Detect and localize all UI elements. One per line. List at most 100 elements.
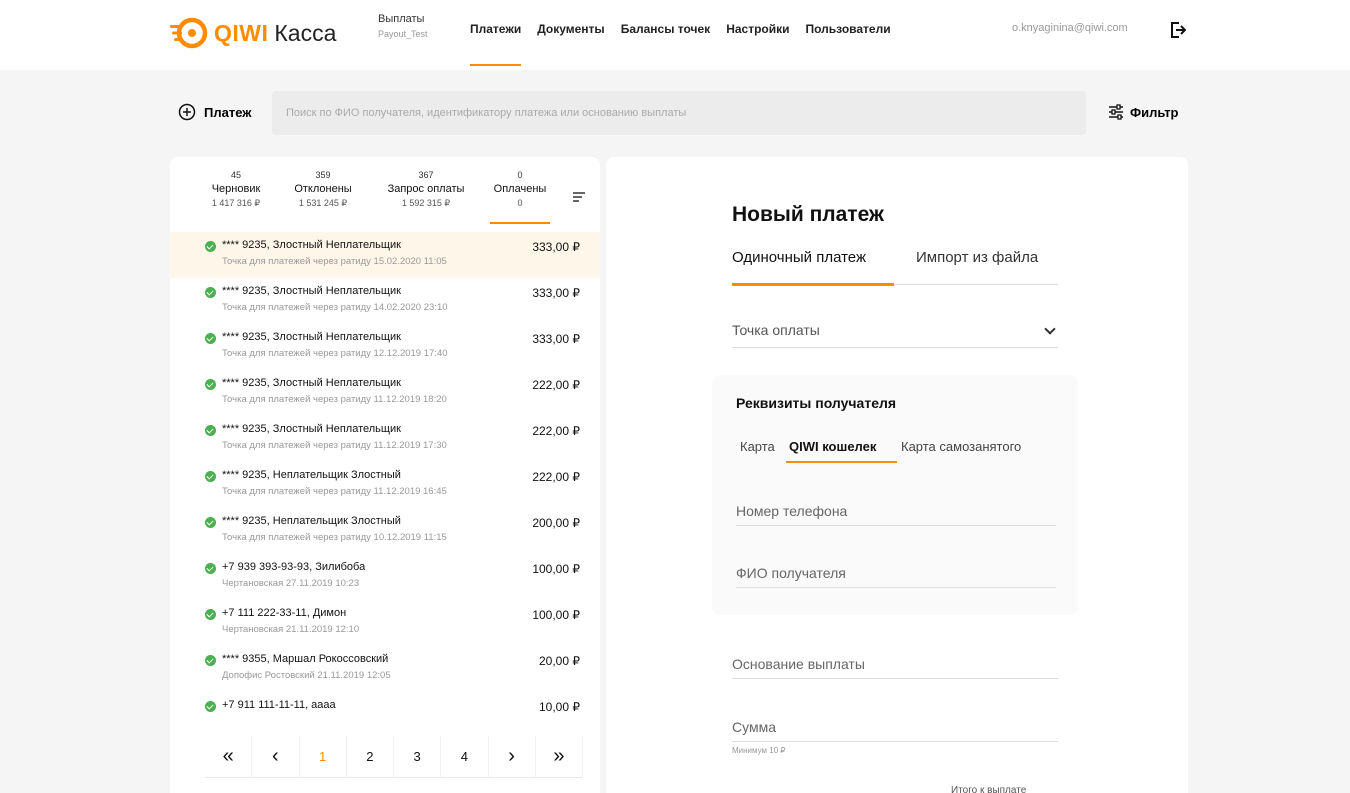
filter-button[interactable]: Фильтр xyxy=(1108,104,1179,120)
top-header: QIWI Касса Выплаты Payout_Test Платежи Д… xyxy=(0,0,1350,70)
logout-icon[interactable] xyxy=(1170,21,1186,39)
last-page-button[interactable]: » xyxy=(535,736,583,778)
first-page-button[interactable]: « xyxy=(205,736,253,778)
tab-sum: 1 417 316 ₽ xyxy=(211,198,261,208)
total-payout-label: Итого к выплате xyxy=(951,785,1027,793)
success-check-icon xyxy=(205,241,216,252)
transaction-title: **** 9355, Маршал Рокоссовский xyxy=(222,653,389,665)
transaction-row[interactable]: +7 111 222-33-11, Димон Чертановская 21.… xyxy=(170,600,600,646)
transaction-amount: 222,00 ₽ xyxy=(532,378,580,392)
tab-paid[interactable]: 0 Оплачены 0 xyxy=(490,170,550,224)
transaction-amount: 20,00 ₽ xyxy=(539,654,580,668)
logo[interactable]: QIWI Касса xyxy=(170,16,336,50)
success-check-icon xyxy=(205,563,216,574)
form-title: Новый платеж xyxy=(732,203,884,226)
page-button-3[interactable]: 3 xyxy=(394,736,442,778)
tab-sum: 1 592 315 ₽ xyxy=(401,198,451,208)
payout-reason-input[interactable] xyxy=(732,652,1058,679)
sort-icon[interactable] xyxy=(572,190,586,204)
tab-label: Черновик xyxy=(211,183,261,195)
transaction-title: **** 9235, Злостный Неплательщик xyxy=(222,331,401,343)
transaction-description: Чертановская 27.11.2019 10:23 xyxy=(222,578,360,589)
transaction-amount: 100,00 ₽ xyxy=(532,608,580,622)
phone-input[interactable] xyxy=(736,499,1056,526)
tab-draft[interactable]: 45 Черновик 1 417 316 ₽ xyxy=(206,170,266,209)
transaction-description: Точка для платежей через ратиду 15.02.20… xyxy=(222,256,447,267)
active-tab-underline xyxy=(732,283,894,286)
tab-rejected[interactable]: 359 Отклонены 1 531 245 ₽ xyxy=(288,170,358,209)
tab-payment-request[interactable]: 367 Запрос оплаты 1 592 315 ₽ xyxy=(376,170,476,209)
transaction-description: Точка для платежей через ратиду 12.12.20… xyxy=(222,348,448,359)
transaction-description: Чертановская 21.11.2019 12:10 xyxy=(222,624,360,635)
nav-item-documents[interactable]: Документы xyxy=(537,0,604,70)
tab-label: Отклонены xyxy=(294,183,352,195)
transaction-amount: 333,00 ₽ xyxy=(532,332,580,346)
transaction-description: Допофис Ростовский 21.11.2019 12:05 xyxy=(222,670,391,681)
plus-circle-icon xyxy=(178,103,196,121)
new-payment-label: Платеж xyxy=(204,104,252,120)
fio-input[interactable] xyxy=(736,561,1056,588)
next-page-button[interactable]: › xyxy=(488,736,536,778)
success-check-icon xyxy=(205,287,216,298)
tab-count: 45 xyxy=(230,170,241,180)
recipient-details-box: Реквизиты получателя Карта QIWI кошелек … xyxy=(712,375,1078,615)
transaction-row[interactable]: **** 9235, Злостный Неплательщик Точка д… xyxy=(170,324,600,370)
page-button-2[interactable]: 2 xyxy=(346,736,394,778)
transaction-amount: 333,00 ₽ xyxy=(532,286,580,300)
filter-label: Фильтр xyxy=(1130,104,1179,120)
transaction-row[interactable]: **** 9235, Неплательщик Злостный Точка д… xyxy=(170,508,600,554)
success-check-icon xyxy=(205,701,216,712)
new-payment-form-panel: Новый платеж Одиночный платеж Импорт из … xyxy=(606,157,1188,793)
transaction-title: **** 9235, Злостный Неплательщик xyxy=(222,377,401,389)
transaction-row[interactable]: **** 9355, Маршал Рокоссовский Допофис Р… xyxy=(170,646,600,692)
transaction-description: Точка для платежей через ратиду 14.02.20… xyxy=(222,302,448,313)
nav-item-settings[interactable]: Настройки xyxy=(726,0,789,70)
transaction-amount: 222,00 ₽ xyxy=(532,470,580,484)
transaction-amount: 222,00 ₽ xyxy=(532,424,580,438)
search-input[interactable] xyxy=(272,91,1086,135)
tab-label: Оплачены xyxy=(493,183,547,195)
success-check-icon xyxy=(205,425,216,436)
tab-sum: 1 531 245 ₽ xyxy=(298,198,348,208)
nav-item-balances[interactable]: Балансы точек xyxy=(621,0,711,70)
tab-count: 367 xyxy=(418,170,434,180)
amount-input[interactable] xyxy=(732,715,1058,742)
recipient-type-selfemployed-card[interactable]: Карта самозанятого xyxy=(901,439,1021,454)
tab-count: 359 xyxy=(315,170,331,180)
success-check-icon xyxy=(205,609,216,620)
transaction-description: Точка для платежей через ратиду 11.12.20… xyxy=(222,440,447,451)
transaction-title: +7 111 222-33-11, Димон xyxy=(222,607,347,619)
nav-item-payments[interactable]: Платежи xyxy=(470,0,522,70)
status-tabs: 45 Черновик 1 417 316 ₽ 359 Отклонены 1 … xyxy=(170,157,600,231)
nav-item-users[interactable]: Пользователи xyxy=(806,0,891,70)
tab-single-payment[interactable]: Одиночный платеж xyxy=(732,249,866,266)
transaction-row[interactable]: +7 939 393-93-93, Зилибоба Чертановская … xyxy=(170,554,600,600)
tab-import-file[interactable]: Импорт из файла xyxy=(916,249,1038,266)
transaction-title: **** 9235, Злостный Неплательщик xyxy=(222,285,401,297)
pagination: « ‹ 1 2 3 4 › » xyxy=(205,736,583,778)
user-email: o.knyaginina@qiwi.com xyxy=(1012,22,1128,34)
new-payment-button[interactable]: Платеж xyxy=(178,103,251,121)
transaction-row[interactable]: **** 9235, Злостный Неплательщик Точка д… xyxy=(170,370,600,416)
transaction-row[interactable]: **** 9235, Неплательщик Злостный Точка д… xyxy=(170,462,600,508)
transaction-row[interactable]: **** 9235, Злостный Неплательщик Точка д… xyxy=(170,416,600,462)
transaction-row[interactable]: **** 9235, Злостный Неплательщик Точка д… xyxy=(170,278,600,324)
recipient-type-underline xyxy=(786,461,897,463)
page-button-1[interactable]: 1 xyxy=(299,736,347,778)
success-check-icon xyxy=(205,517,216,528)
prev-page-button[interactable]: ‹ xyxy=(252,736,300,778)
transaction-amount: 200,00 ₽ xyxy=(532,516,580,530)
recipient-title: Реквизиты получателя xyxy=(736,395,897,411)
payout-selector[interactable]: Выплаты Payout_Test xyxy=(378,13,428,39)
transaction-title: **** 9235, Неплательщик Злостный xyxy=(222,515,401,527)
recipient-type-qiwi-wallet[interactable]: QIWI кошелек xyxy=(789,439,876,454)
qiwi-logo-icon xyxy=(170,17,208,49)
payment-point-select[interactable]: Точка оплаты xyxy=(732,322,1058,348)
filter-sliders-icon xyxy=(1109,104,1123,120)
recipient-type-card[interactable]: Карта xyxy=(740,439,775,454)
page-button-4[interactable]: 4 xyxy=(441,736,489,778)
transaction-row[interactable]: **** 9235, Злостный Неплательщик Точка д… xyxy=(170,232,600,278)
transaction-amount: 10,00 ₽ xyxy=(539,700,580,714)
success-check-icon xyxy=(205,379,216,390)
transaction-row[interactable]: +7 911 111-11-11, аааа 10,00 ₽ xyxy=(170,692,600,738)
